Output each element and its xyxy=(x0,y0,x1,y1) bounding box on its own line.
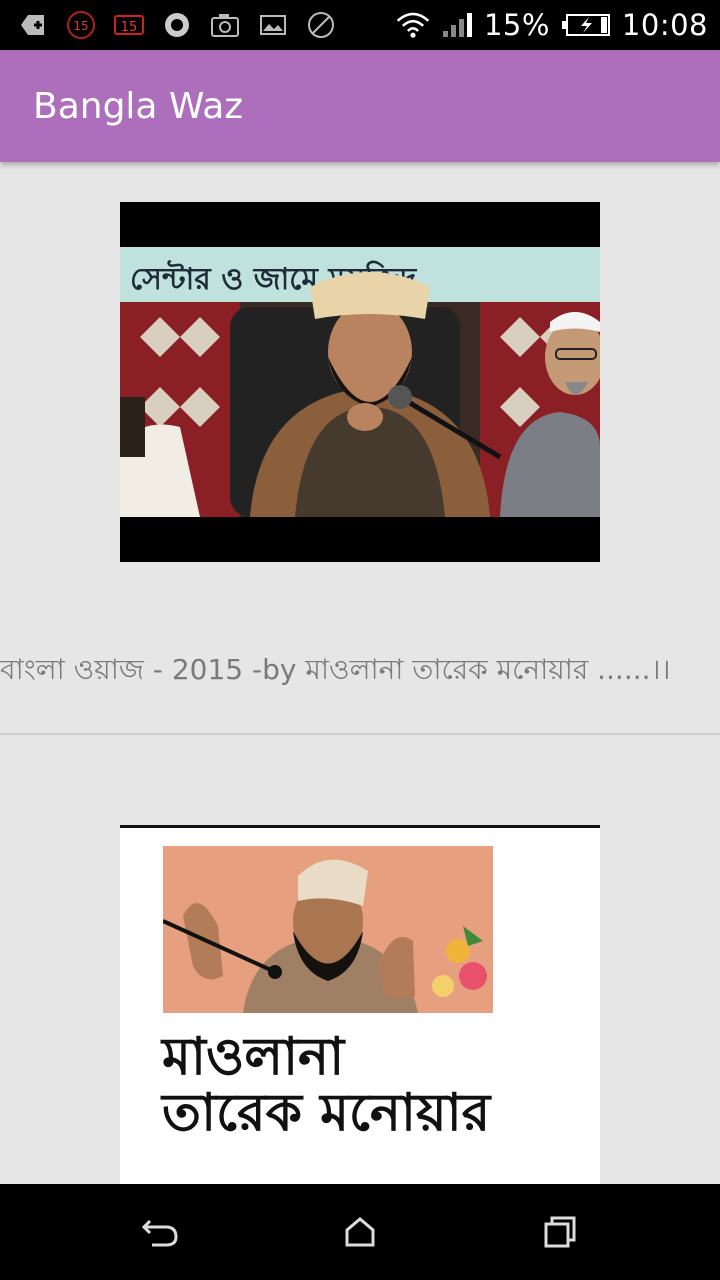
status-bar: 15 15 15% 10:08 xyxy=(0,0,720,50)
navigation-bar xyxy=(0,1184,720,1280)
badge-icon: 15 xyxy=(64,8,98,42)
signal-icon xyxy=(440,8,474,42)
clock: 10:08 xyxy=(621,8,708,42)
image-icon xyxy=(256,8,290,42)
video-thumbnail-2[interactable]: মাওলানা তারেক মনোয়ার xyxy=(120,825,600,1185)
battery-charging-icon xyxy=(560,8,612,42)
video-caption-1[interactable]: বাংলা ওয়াজ - 2015 -by মাওলানা তারেক মনো… xyxy=(0,652,720,688)
recents-icon[interactable] xyxy=(532,1204,588,1260)
wifi-icon xyxy=(396,8,430,42)
opera-icon xyxy=(160,8,194,42)
battery-percent: 15% xyxy=(483,8,550,42)
title-line-2: তারেক মনোয়ার xyxy=(162,1083,491,1143)
video-thumbnail-1[interactable]: সেন্টার ও জামে মসজিদ xyxy=(120,202,600,562)
camera-icon xyxy=(208,8,242,42)
badge-2-count: 15 xyxy=(121,20,138,35)
calendar-badge-icon: 15 xyxy=(112,8,146,42)
app-bar: Bangla Waz xyxy=(0,50,720,162)
speaker-photo-2 xyxy=(163,846,493,1013)
list-divider xyxy=(0,733,720,735)
home-icon[interactable] xyxy=(332,1204,388,1260)
speaker-photo: সেন্টার ও জামে মসজিদ xyxy=(120,247,600,517)
badge-1-count: 15 xyxy=(73,19,88,33)
blocked-icon xyxy=(304,8,338,42)
back-icon[interactable] xyxy=(132,1204,188,1260)
add-icon xyxy=(16,8,50,42)
app-title: Bangla Waz xyxy=(33,86,244,127)
